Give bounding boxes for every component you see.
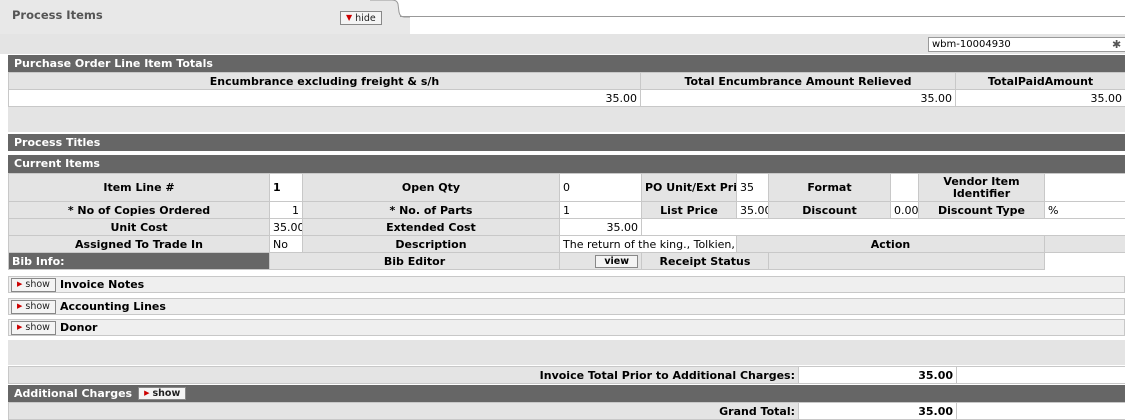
bib-editor-label: Bib Editor: [270, 253, 560, 270]
relieved-header: Total Encumbrance Amount Relieved: [641, 73, 956, 90]
format-value[interactable]: [891, 174, 919, 202]
action-cell: [1045, 236, 1125, 253]
invoice-total-table: Invoice Total Prior to Additional Charge…: [8, 366, 1125, 384]
additional-charges-header: Additional Charges ▶show: [8, 385, 1125, 402]
bib-info-label: Bib Info:: [9, 253, 270, 270]
discount-type-label: Discount Type: [919, 202, 1045, 219]
accounting-lines-row[interactable]: ▶show Accounting Lines: [8, 298, 1125, 315]
parts-label: * No. of Parts: [303, 202, 560, 219]
description-label: Description: [303, 236, 560, 253]
tab-underline: [400, 16, 1125, 17]
caret-down-icon: ▼: [346, 14, 352, 22]
spacer: [8, 107, 1125, 132]
tab-title: Process Items: [12, 8, 103, 22]
caret-right-icon: ▶: [17, 303, 22, 310]
process-titles-header: Process Titles: [8, 134, 1125, 151]
list-price-value[interactable]: 35.00: [737, 202, 769, 219]
hide-button[interactable]: ▼ hide: [340, 11, 382, 25]
invoice-notes-row[interactable]: ▶show Invoice Notes: [8, 276, 1125, 293]
show-button[interactable]: ▶show: [11, 321, 56, 335]
encumbrance-value: 35.00: [9, 90, 641, 107]
discount-value[interactable]: 0.00: [891, 202, 919, 219]
unit-cost-label: Unit Cost: [9, 219, 270, 236]
item-line-value: 1: [270, 174, 303, 202]
discount-label: Discount: [769, 202, 891, 219]
paid-value: 35.00: [956, 90, 1125, 107]
grand-total-value: 35.00: [799, 403, 957, 420]
spacer: [8, 340, 1125, 365]
action-label: Action: [737, 236, 1045, 253]
list-price-label: List Price: [642, 202, 737, 219]
show-button[interactable]: ▶show: [138, 387, 186, 400]
grand-total-table: Grand Total: 35.00: [8, 402, 1125, 420]
vendor-item-label: Vendor Item Identifier: [919, 174, 1045, 202]
relieved-value: 35.00: [641, 90, 956, 107]
encumbrance-header: Encumbrance excluding freight & s/h: [9, 73, 641, 90]
donor-label: Donor: [60, 321, 98, 334]
paid-header: TotalPaidAmount: [956, 73, 1125, 90]
po-unit-value[interactable]: 35: [737, 174, 769, 202]
open-qty-label: Open Qty: [303, 174, 560, 202]
copies-label: * No of Copies Ordered: [9, 202, 270, 219]
trade-in-value: No: [270, 236, 303, 253]
current-items-header: Current Items: [8, 155, 1125, 173]
document-number-field[interactable]: wbm-10004930: [928, 37, 1125, 52]
totals-section-header: Purchase Order Line Item Totals: [8, 55, 1125, 72]
grand-total-label: Grand Total:: [9, 403, 799, 420]
format-label: Format: [769, 174, 891, 202]
ext-cost-label: Extended Cost: [303, 219, 560, 236]
gear-icon[interactable]: ✱: [1112, 38, 1121, 51]
empty-cell: [642, 219, 1125, 236]
vendor-item-value[interactable]: [1045, 174, 1125, 202]
parts-value[interactable]: 1: [560, 202, 642, 219]
accounting-lines-label: Accounting Lines: [60, 300, 166, 313]
show-button[interactable]: ▶show: [11, 300, 56, 314]
ext-cost-value: 35.00: [560, 219, 642, 236]
totals-table: Encumbrance excluding freight & s/h Tota…: [8, 72, 1125, 107]
view-cell: view: [560, 253, 642, 270]
discount-type-value[interactable]: %: [1045, 202, 1125, 219]
trade-in-label: Assigned To Trade In: [9, 236, 270, 253]
invoice-total-label: Invoice Total Prior to Additional Charge…: [9, 367, 799, 384]
description-value: The return of the king., Tolkien, J. R. …: [560, 236, 737, 253]
receipt-status-label: Receipt Status: [642, 253, 769, 270]
item-line-label: Item Line #: [9, 174, 270, 202]
donor-row[interactable]: ▶show Donor: [8, 319, 1125, 336]
caret-right-icon: ▶: [17, 281, 22, 288]
receipt-status-value: [769, 253, 1045, 270]
empty-cell: [957, 367, 1125, 384]
show-button[interactable]: ▶show: [11, 278, 56, 292]
po-unit-label: PO Unit/Ext Price: [642, 174, 737, 202]
copies-value[interactable]: 1: [270, 202, 303, 219]
invoice-notes-label: Invoice Notes: [60, 278, 144, 291]
empty-cell: [1045, 253, 1125, 270]
view-button[interactable]: view: [595, 255, 638, 268]
caret-right-icon: ▶: [144, 390, 149, 397]
unit-cost-value: 35.00: [270, 219, 303, 236]
current-items-table: Item Line # 1 Open Qty 0 PO Unit/Ext Pri…: [8, 173, 1125, 270]
open-qty-value[interactable]: 0: [560, 174, 642, 202]
caret-right-icon: ▶: [17, 324, 22, 331]
empty-cell: [957, 403, 1125, 420]
additional-charges-label: Additional Charges: [14, 385, 132, 402]
invoice-total-value: 35.00: [799, 367, 957, 384]
